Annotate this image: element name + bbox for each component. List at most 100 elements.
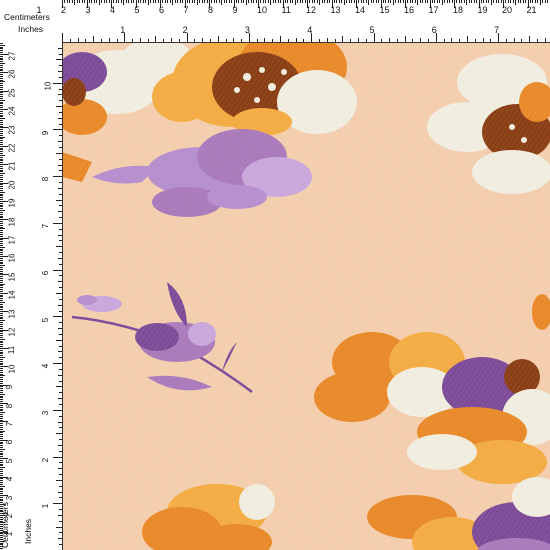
- ruler-tick: [59, 275, 62, 277]
- ruler-tick: [0, 189, 3, 191]
- ruler-tick: [0, 132, 3, 134]
- ruler-tick: [498, 0, 500, 3]
- ruler-tick: [0, 307, 3, 309]
- left-cm-number: 6: [5, 440, 15, 445]
- ruler-tick: [461, 0, 463, 3]
- ruler-tick: [473, 0, 475, 3]
- ruler-tick: [468, 0, 470, 3]
- ruler-tick: [0, 257, 3, 259]
- ruler-tick: [0, 217, 3, 219]
- ruler-tick: [0, 325, 3, 327]
- ruler-tick: [385, 0, 387, 3]
- ruler-tick: [0, 316, 3, 318]
- ruler-tick: [58, 398, 62, 400]
- ruler-tick: [0, 140, 3, 142]
- ruler-tick: [0, 493, 3, 495]
- left-ruler: Centimeters Inches 27 26 25 24 23 22 21 20 19 18 1…: [0, 42, 63, 550]
- ruler-tick: [277, 0, 279, 3]
- ruler-tick: [241, 39, 243, 42]
- ruler-tick: [0, 414, 3, 416]
- ruler-tick: [0, 298, 3, 300]
- ruler-tick: [0, 399, 3, 401]
- ruler-tick: [0, 46, 3, 48]
- ruler-tick: [387, 0, 389, 3]
- ruler-tick: [0, 380, 3, 382]
- left-cm-number: 25: [7, 88, 17, 98]
- ruler-tick: [532, 0, 534, 3]
- ruler-tick: [0, 228, 5, 230]
- ruler-tick: [0, 335, 3, 336]
- ruler-tick: [174, 0, 176, 3]
- ruler-tick: [0, 535, 3, 537]
- ruler-tick: [444, 0, 446, 3]
- ruler-tick: [319, 0, 321, 5]
- ruler-tick: [441, 0, 443, 5]
- ruler-tick: [58, 514, 62, 516]
- ruler-tick: [0, 346, 3, 348]
- ruler-tick: [0, 300, 3, 302]
- ruler-tick: [53, 129, 62, 131]
- ruler-tick: [59, 76, 62, 78]
- ruler-tick: [235, 0, 237, 3]
- ruler-tick: [0, 283, 5, 285]
- top-cm-number: 9: [232, 5, 238, 15]
- top-inch-number: 5: [369, 25, 375, 35]
- ruler-tick: [0, 99, 5, 101]
- ruler-tick: [58, 304, 62, 306]
- ruler-tick: [544, 38, 546, 42]
- ruler-tick: [0, 176, 3, 178]
- ruler-tick: [517, 0, 519, 3]
- ruler-tick: [0, 524, 3, 526]
- left-cm-number: 19: [7, 198, 17, 208]
- ruler-tick: [357, 38, 359, 42]
- ruler-tick: [0, 500, 3, 502]
- ruler-tick: [218, 0, 220, 3]
- left-cm-number: 11: [7, 346, 17, 355]
- ruler-tick: [0, 368, 3, 370]
- ruler-tick: [314, 0, 316, 3]
- ruler-tick: [0, 162, 3, 164]
- ruler-tick: [59, 333, 62, 335]
- ruler-tick: [0, 408, 3, 410]
- ruler-tick: [295, 38, 297, 42]
- ruler-tick: [0, 527, 3, 529]
- ruler-tick: [59, 520, 62, 522]
- ruler-tick: [0, 66, 3, 68]
- ruler-tick: [0, 279, 3, 281]
- left-cm-number: 24: [7, 106, 17, 116]
- ruler-tick: [0, 272, 3, 274]
- ruler-tick: [0, 254, 3, 256]
- ruler-tick: [139, 38, 141, 42]
- ruler-tick: [0, 230, 3, 232]
- ruler-tick: [58, 234, 62, 236]
- ruler-tick: [0, 441, 3, 443]
- ruler-tick: [0, 353, 3, 355]
- left-cm-number: 7: [5, 421, 15, 427]
- ruler-tick: [0, 259, 3, 261]
- ruler-tick: [466, 0, 468, 5]
- ruler-tick: [474, 39, 476, 42]
- ruler-tick: [0, 448, 5, 450]
- ruler-tick: [155, 0, 157, 3]
- ruler-tick: [199, 0, 201, 3]
- ruler-tick: [0, 516, 3, 518]
- ruler-tick: [155, 36, 157, 42]
- ruler-tick: [0, 199, 3, 201]
- ruler-tick: [326, 0, 328, 3]
- ruler-tick: [150, 0, 152, 3]
- ruler-tick: [392, 0, 394, 5]
- ruler-tick: [512, 0, 514, 3]
- ruler-tick: [106, 0, 108, 3]
- ruler-tick: [495, 0, 497, 3]
- ruler-tick: [53, 269, 62, 271]
- left-cm-number: 1: [5, 532, 15, 537]
- ruler-tick: [59, 485, 62, 487]
- ruler-tick: [309, 0, 311, 3]
- ruler-tick: [0, 487, 3, 489]
- top-cm-number: 8: [208, 5, 214, 15]
- ruler-tick: [529, 36, 531, 42]
- ruler-tick: [59, 509, 62, 511]
- ruler-tick: [59, 427, 62, 429]
- ruler-tick: [66, 0, 68, 3]
- ruler-tick: [0, 88, 3, 90]
